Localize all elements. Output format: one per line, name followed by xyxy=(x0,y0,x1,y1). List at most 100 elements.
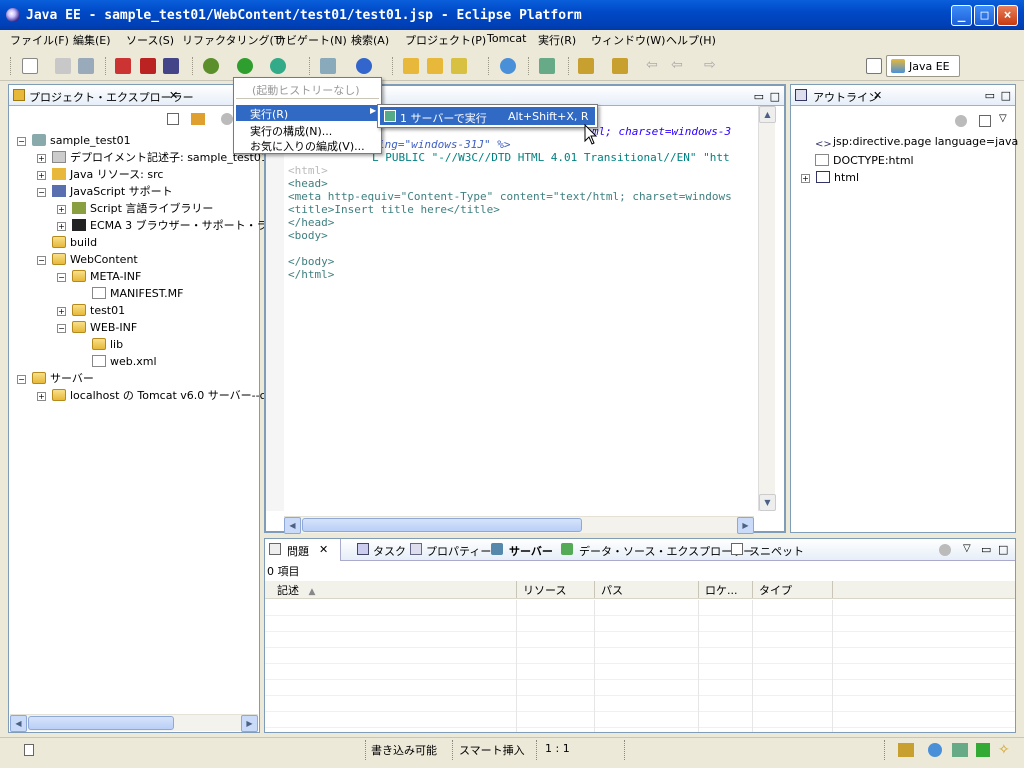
forward-icon[interactable]: ⇨ xyxy=(704,58,720,74)
column-description[interactable]: 記述 ▲ xyxy=(265,581,517,598)
prev-annotation-icon[interactable] xyxy=(612,58,628,74)
scroll-thumb[interactable] xyxy=(302,518,582,532)
tree-item[interactable]: − META-INF xyxy=(57,268,290,285)
save-icon[interactable] xyxy=(55,58,71,74)
tree-item[interactable]: − WebContent xyxy=(37,251,290,268)
tree-item[interactable]: build xyxy=(52,234,290,251)
scroll-up-icon[interactable]: ▲ xyxy=(759,106,776,123)
tree-item[interactable]: + ECMA 3 ブラウザー・サポート・ライブ xyxy=(57,217,290,234)
tree-item[interactable]: <>jsp:directive.page language=java xyxy=(815,133,1018,152)
search-icon[interactable] xyxy=(451,58,467,74)
menu-item-run-config[interactable]: 実行の構成(N)... xyxy=(250,123,332,139)
scroll-left-icon[interactable]: ◀ xyxy=(10,715,27,732)
collapse-all-icon[interactable] xyxy=(167,113,179,125)
network-icon[interactable] xyxy=(976,743,990,757)
scroll-down-icon[interactable]: ▼ xyxy=(759,494,776,511)
outline-title[interactable]: アウトライン xyxy=(813,89,879,105)
close-tab-icon[interactable]: ✕ xyxy=(169,89,178,102)
menu-help[interactable]: ヘルプ(H) xyxy=(666,32,716,48)
tree-item[interactable]: + localhost の Tomcat v6.0 サーバー--co xyxy=(37,387,290,404)
column-location[interactable]: ロケ... xyxy=(699,581,753,598)
editor-hscrollbar[interactable]: ◀ ▶ xyxy=(284,516,754,534)
build-icon[interactable] xyxy=(163,58,179,74)
collapse-all-icon[interactable] xyxy=(979,115,991,127)
back-icon[interactable]: ⇦ xyxy=(671,58,687,74)
menu-refactor[interactable]: リファクタリング(T) xyxy=(182,32,285,48)
menu-file[interactable]: ファイル(F) xyxy=(10,32,69,48)
tree-item[interactable]: − JavaScript サポート xyxy=(37,183,290,200)
terminate-icon[interactable] xyxy=(140,58,156,74)
scroll-right-icon[interactable]: ▶ xyxy=(241,715,258,732)
pin-icon[interactable] xyxy=(539,58,555,74)
scroll-thumb[interactable] xyxy=(28,716,174,730)
tree-item[interactable]: + Script 言語ライブラリー xyxy=(57,200,290,217)
close-tab-icon[interactable]: ✕ xyxy=(873,89,882,102)
minimize-button[interactable]: _ xyxy=(951,5,972,26)
menu-search[interactable]: 検索(A) xyxy=(351,32,389,48)
scroll-right-icon[interactable]: ▶ xyxy=(737,517,754,534)
minimize-icon[interactable]: ▭ xyxy=(985,89,995,102)
perspective-button[interactable]: Java EE xyxy=(886,55,960,77)
close-tab-icon[interactable]: ✕ xyxy=(319,543,328,556)
next-annotation-icon[interactable] xyxy=(578,58,594,74)
fast-view-icon[interactable] xyxy=(24,744,34,756)
explorer-hscrollbar[interactable]: ◀ ▶ xyxy=(10,714,258,732)
run-icon[interactable] xyxy=(237,58,253,74)
chevron-down-icon[interactable]: ▽ xyxy=(999,113,1007,124)
scroll-left-icon[interactable]: ◀ xyxy=(284,517,301,534)
tree-item[interactable]: web.xml xyxy=(92,353,290,370)
open-perspective-icon[interactable] xyxy=(866,58,882,74)
tab-tasks[interactable]: タスク xyxy=(373,543,406,559)
print-icon[interactable] xyxy=(78,58,94,74)
tab-properties[interactable]: プロパティー xyxy=(426,543,491,559)
menu-navigate[interactable]: ナビゲート(N) xyxy=(275,32,347,48)
menu-tomcat[interactable]: Tomcat xyxy=(487,32,526,45)
tab-servers[interactable]: サーバー xyxy=(509,543,553,559)
menu-edit[interactable]: 編集(E) xyxy=(73,32,111,48)
tree-item[interactable]: + Java リソース: src xyxy=(37,166,290,183)
update-icon[interactable] xyxy=(928,743,942,757)
menu-item-run[interactable]: 実行(R) ▶ xyxy=(236,105,379,121)
link-editor-icon[interactable] xyxy=(191,113,205,125)
new-server-icon[interactable] xyxy=(320,58,336,74)
maximize-button[interactable]: □ xyxy=(974,5,995,26)
menu-window[interactable]: ウィンドウ(W) xyxy=(591,32,665,48)
close-button[interactable]: × xyxy=(997,5,1018,26)
tree-item[interactable]: − WEB-INF xyxy=(57,319,290,336)
external-tools-icon[interactable] xyxy=(270,58,286,74)
monitor-icon[interactable] xyxy=(952,743,968,757)
menu-source[interactable]: ソース(S) xyxy=(126,32,174,48)
maximize-icon[interactable]: □ xyxy=(770,90,780,103)
editor-vscrollbar[interactable]: ▲ ▼ xyxy=(758,106,776,511)
maximize-icon[interactable]: □ xyxy=(1001,89,1011,102)
menu-item-organize-favorites[interactable]: お気に入りの編成(V)... xyxy=(250,138,365,154)
tree-item[interactable]: + html xyxy=(801,169,1018,186)
open-type-icon[interactable] xyxy=(403,58,419,74)
tree-item[interactable]: + test01 xyxy=(57,302,290,319)
column-path[interactable]: パス xyxy=(595,581,699,598)
new-class-icon[interactable] xyxy=(356,58,372,74)
web-browser-icon[interactable] xyxy=(500,58,516,74)
minimize-icon[interactable]: ▭ xyxy=(754,90,764,103)
last-edit-icon[interactable]: ⇦ xyxy=(646,58,662,74)
view-menu-icon[interactable] xyxy=(939,544,951,556)
minimize-icon[interactable]: ▭ xyxy=(981,543,991,556)
view-menu-icon[interactable] xyxy=(221,113,233,125)
column-resource[interactable]: リソース xyxy=(517,581,595,598)
tree-item[interactable]: − サーバー xyxy=(17,370,290,387)
new-icon[interactable] xyxy=(22,58,38,74)
debug-icon[interactable] xyxy=(203,58,219,74)
chevron-down-icon[interactable]: ▽ xyxy=(963,543,971,554)
tree-item[interactable]: DOCTYPE:html xyxy=(815,152,1018,169)
tab-data-source[interactable]: データ・ソース・エクスプローラー xyxy=(579,543,754,559)
tomcat-icon[interactable] xyxy=(898,743,914,757)
menu-run[interactable]: 実行(R) xyxy=(538,32,576,48)
column-type[interactable]: タイプ xyxy=(753,581,833,598)
skip-breakpoints-icon[interactable] xyxy=(115,58,131,74)
open-resource-icon[interactable] xyxy=(427,58,443,74)
tree-item[interactable]: MANIFEST.MF xyxy=(92,285,290,302)
tab-label[interactable]: 問題 xyxy=(287,543,309,559)
tree-item[interactable]: lib xyxy=(92,336,290,353)
menu-item-run-on-server[interactable]: 1 サーバーで実行 Alt+Shift+X, R xyxy=(380,107,595,125)
star-icon[interactable]: ✧ xyxy=(998,742,1010,758)
